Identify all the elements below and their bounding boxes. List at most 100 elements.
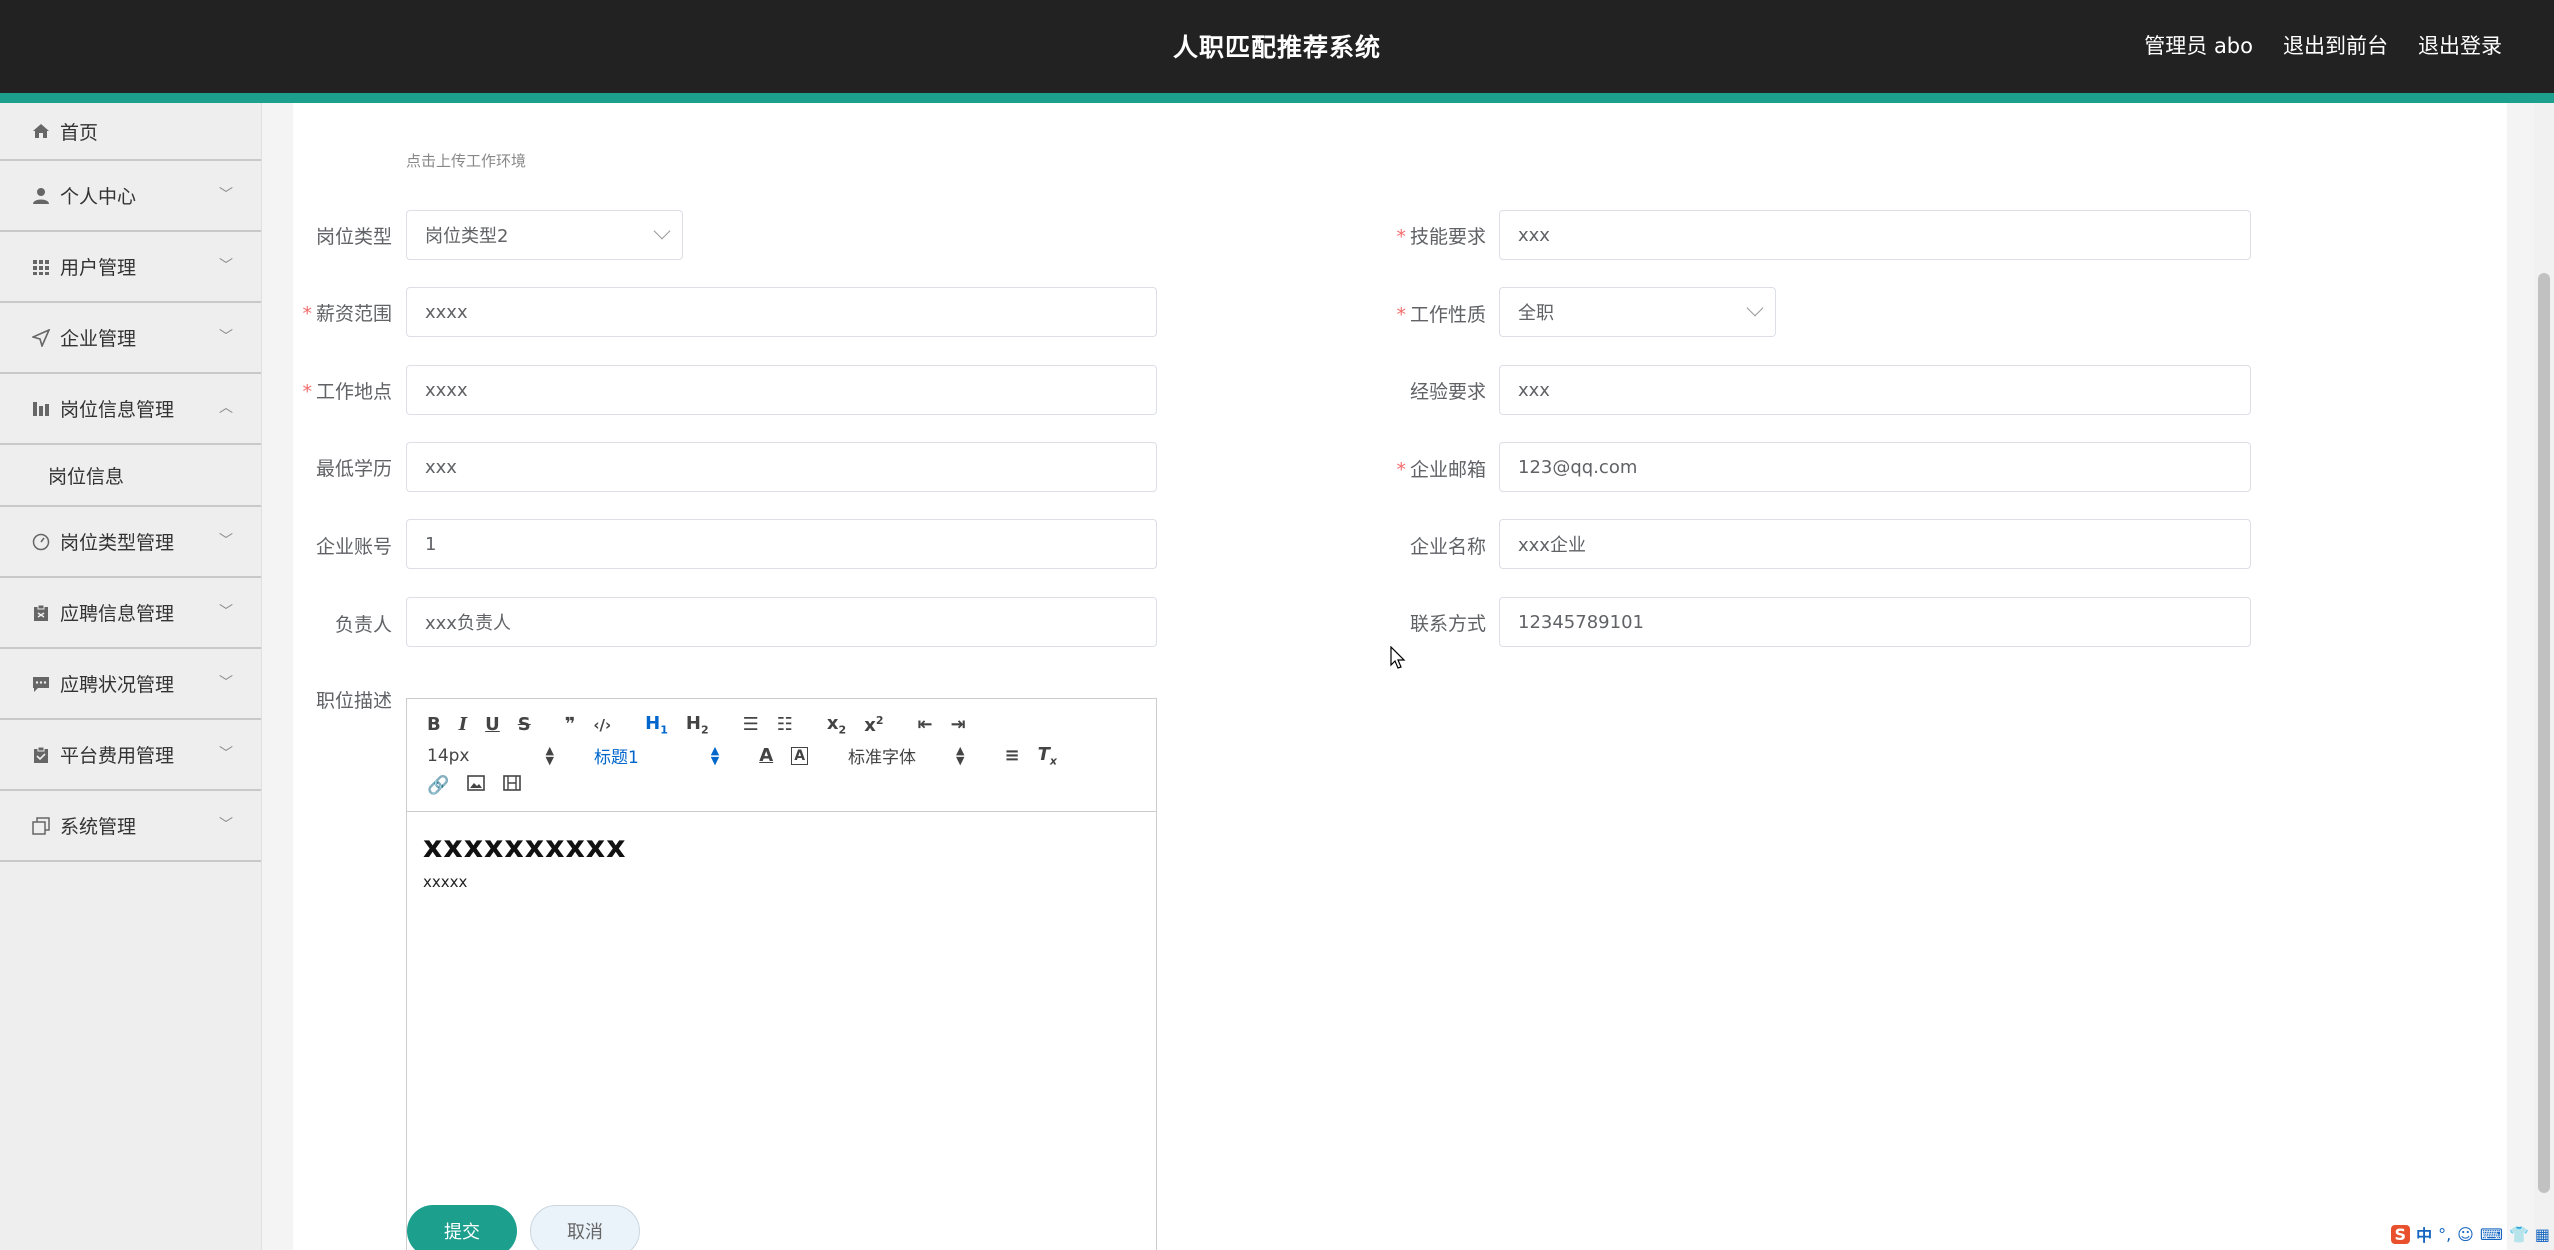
manager-label: 负责人 — [334, 614, 392, 636]
email-label: * 企业邮箱 — [1396, 459, 1486, 481]
location-value: xxxx — [425, 379, 468, 401]
indent-button[interactable]: ⇥ — [951, 714, 966, 735]
upload-hint[interactable]: 点击上传工作环境 — [406, 150, 526, 171]
sidebar-item-company-management[interactable]: 企业管理 ﹀ — [0, 303, 261, 374]
grid-icon — [30, 256, 52, 278]
page-scrollbar[interactable] — [2534, 103, 2554, 1250]
sidebar-item-application-status-management[interactable]: 应聘状况管理 ﹀ — [0, 649, 261, 720]
skill-input[interactable]: xxx — [1499, 210, 2251, 260]
text-color-button[interactable]: A — [759, 745, 773, 766]
strike-button[interactable]: S — [518, 714, 531, 735]
chart-icon — [30, 398, 52, 420]
header-1-button[interactable]: H1 — [645, 713, 668, 737]
ime-toolbar[interactable]: S 中 °, ☺ ⌨ 👕 ▦ — [2390, 1222, 2550, 1246]
salary-label: * 薪资范围 — [302, 303, 392, 325]
rich-text-editor: B I U S ❞ ‹/› H1 H2 ☰ ☷ x2 x2 ⇤ ⇥ 14px ▲ ▼… — [406, 698, 1157, 1250]
contact-input[interactable]: 12345789101 — [1499, 597, 2251, 647]
clipboard-icon — [30, 602, 52, 624]
nature-select[interactable]: 全职 — [1499, 287, 1776, 337]
editor-heading: xxxxxxxxxx — [423, 830, 627, 865]
company-value: xxx企业 — [1518, 535, 1586, 556]
sidebar-item-application-info-management[interactable]: 应聘信息管理 ﹀ — [0, 578, 261, 649]
subscript-button[interactable]: x2 — [827, 713, 846, 737]
chevron-down-icon: ﹀ — [219, 816, 233, 833]
updown-icon: ▲ ▼ — [956, 743, 965, 767]
sidebar-item-label: 用户管理 — [60, 257, 137, 279]
experience-value: xxx — [1518, 379, 1550, 401]
experience-input[interactable]: xxx — [1499, 365, 2251, 415]
sidebar-item-home[interactable]: 首页 — [0, 103, 261, 161]
exit-to-front-link[interactable]: 退出到前台 — [2283, 30, 2388, 60]
chevron-down-icon: ﹀ — [219, 186, 233, 203]
chevron-down-icon: ﹀ — [219, 257, 233, 274]
account-input[interactable]: 1 — [406, 519, 1157, 569]
location-input[interactable]: xxxx — [406, 365, 1157, 415]
email-input[interactable]: 123@qq.com — [1499, 442, 2251, 492]
heading-select[interactable]: 标题1 ▲ ▼ — [594, 743, 720, 769]
sidebar-item-system-management[interactable]: 系统管理 ﹀ — [0, 791, 261, 862]
sidebar-item-label: 应聘信息管理 — [60, 603, 175, 625]
contact-label: 联系方式 — [1409, 613, 1486, 635]
ordered-list-button[interactable]: ☰ — [743, 714, 759, 735]
scrollbar-thumb[interactable] — [2538, 273, 2550, 1193]
education-input[interactable]: xxx — [406, 442, 1157, 492]
outdent-button[interactable]: ⇤ — [917, 714, 932, 735]
send-icon — [30, 327, 52, 349]
job-type-value: 岗位类型2 — [425, 226, 509, 247]
cancel-button[interactable]: 取消 — [530, 1205, 640, 1250]
home-icon — [30, 120, 52, 142]
blockquote-button[interactable]: ❞ — [565, 714, 576, 735]
sidebar: 首页 个人中心 ﹀ 用户管理 ﹀ 企业管理 ﹀ 岗位信息管理 ︿ 岗位信息 岗位… — [0, 103, 262, 1250]
sidebar-subitem-job-info[interactable]: 岗位信息 — [0, 445, 261, 507]
sidebar-item-personal-center[interactable]: 个人中心 ﹀ — [0, 161, 261, 232]
link-icon[interactable]: 🔗 — [427, 775, 449, 796]
code-block-button[interactable]: ‹/› — [593, 716, 611, 734]
toolbar-row-3: 🔗 — [427, 775, 539, 796]
align-button[interactable]: ≡ — [1005, 745, 1020, 766]
logout-link[interactable]: 退出登录 — [2418, 30, 2502, 60]
bold-button[interactable]: B — [427, 714, 441, 735]
sidebar-item-job-info-management[interactable]: 岗位信息管理 ︿ — [0, 374, 261, 445]
chat-icon — [30, 673, 52, 695]
salary-input[interactable]: xxxx — [406, 287, 1157, 337]
manager-input[interactable]: xxx负责人 — [406, 597, 1157, 647]
header-2-button[interactable]: H2 — [686, 713, 709, 737]
sidebar-item-user-management[interactable]: 用户管理 ﹀ — [0, 232, 261, 303]
chevron-down-icon — [1746, 299, 1764, 317]
submit-button[interactable]: 提交 — [407, 1205, 517, 1250]
editor-paragraph: xxxxx — [423, 873, 468, 891]
sidebar-item-job-type-management[interactable]: 岗位类型管理 ﹀ — [0, 507, 261, 578]
font-size-value: 14px — [427, 745, 470, 766]
bullet-list-button[interactable]: ☷ — [777, 714, 793, 735]
image-icon[interactable] — [467, 775, 486, 796]
clear-format-button[interactable]: Tx — [1038, 744, 1057, 768]
background-color-button[interactable]: A — [791, 746, 809, 765]
location-label: * 工作地点 — [302, 381, 392, 403]
job-type-select[interactable]: 岗位类型2 — [406, 210, 683, 260]
font-family-select[interactable]: 标准字体 ▲ ▼ — [848, 743, 965, 769]
updown-icon: ▲ ▼ — [710, 743, 720, 767]
superscript-button[interactable]: x2 — [864, 714, 883, 736]
font-family-value: 标准字体 — [848, 748, 917, 768]
company-label: 企业名称 — [1409, 536, 1486, 558]
italic-button[interactable]: I — [459, 714, 467, 735]
skin-icon: 👕 — [2508, 1224, 2529, 1244]
emoji-icon: ☺ — [2457, 1224, 2474, 1244]
sidebar-item-platform-fee-management[interactable]: 平台费用管理 ﹀ — [0, 720, 261, 791]
sidebar-item-label: 企业管理 — [60, 328, 137, 350]
underline-button[interactable]: U — [485, 714, 500, 735]
sidebar-item-label: 岗位信息管理 — [60, 399, 175, 421]
skill-value: xxx — [1518, 224, 1550, 246]
chevron-down-icon: ﹀ — [219, 328, 233, 345]
sidebar-item-label: 首页 — [60, 121, 99, 144]
font-size-select[interactable]: 14px ▲ ▼ — [427, 745, 554, 766]
account-label: 企业账号 — [315, 536, 392, 558]
toolbar-row-1: B I U S ❞ ‹/› H1 H2 ☰ ☷ x2 x2 ⇤ ⇥ — [427, 713, 984, 737]
video-icon[interactable] — [503, 775, 522, 796]
manager-value: xxx负责人 — [425, 613, 511, 634]
header-accent-strip — [0, 93, 2554, 103]
gauge-icon — [30, 531, 52, 553]
company-input[interactable]: xxx企业 — [1499, 519, 2251, 569]
sidebar-item-label: 个人中心 — [60, 186, 137, 208]
editor-content[interactable]: xxxxxxxxxx xxxxx — [407, 812, 1156, 909]
